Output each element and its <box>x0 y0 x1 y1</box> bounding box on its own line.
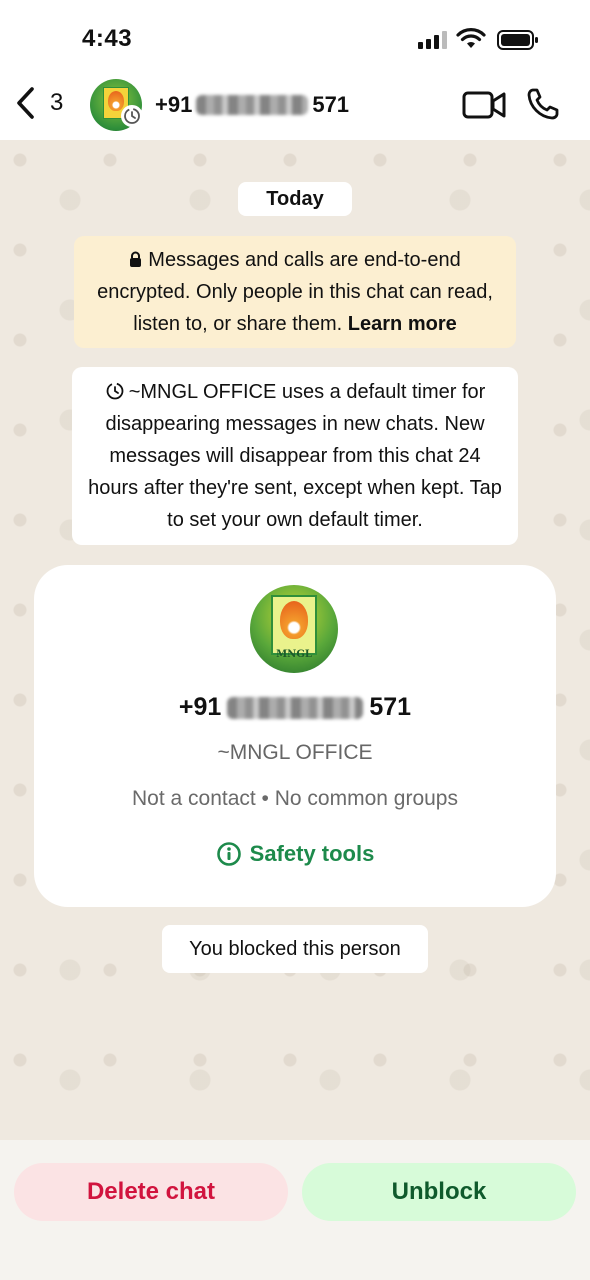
profile-number: +91 571 <box>34 693 556 722</box>
status-bar: 4:43 <box>0 0 590 78</box>
blocked-notice: You blocked this person <box>162 925 428 973</box>
unblock-button[interactable]: Unblock <box>302 1163 576 1221</box>
safety-tools-button[interactable]: Safety tools <box>34 841 556 867</box>
video-call-icon[interactable] <box>462 90 506 120</box>
chevron-left-icon <box>17 87 34 119</box>
contact-info-card: MNGL +91 571 ~MNGL OFFICE Not a contact … <box>34 565 556 907</box>
learn-more-link[interactable]: Learn more <box>348 313 457 335</box>
chat-header: 3 +91 571 <box>0 78 590 140</box>
flame-logo-icon <box>280 601 308 639</box>
contact-number-suffix: 571 <box>312 92 350 117</box>
timer-icon <box>124 108 140 124</box>
timer-icon <box>106 382 124 400</box>
disappearing-messages-notice[interactable]: ~MNGL OFFICE uses a default timer for di… <box>72 367 518 545</box>
back-button[interactable]: 3 <box>14 86 63 120</box>
redacted-number <box>196 95 309 115</box>
wifi-icon <box>456 28 486 48</box>
battery-icon <box>497 30 538 50</box>
redacted-number <box>227 696 364 719</box>
date-separator: Today <box>238 182 352 216</box>
profile-avatar[interactable]: MNGL <box>250 585 338 673</box>
cellular-signal-icon <box>418 31 447 49</box>
delete-chat-button[interactable]: Delete chat <box>14 1163 288 1221</box>
info-icon <box>216 842 241 866</box>
contact-number-prefix: +91 <box>155 92 193 117</box>
contact-title[interactable]: +91 571 <box>155 92 349 118</box>
encryption-notice[interactable]: Messages and calls are end-to-end encryp… <box>74 236 516 348</box>
safety-tools-label: Safety tools <box>249 841 375 866</box>
unread-count: 3 <box>50 89 64 116</box>
profile-number-prefix: +91 <box>178 693 222 721</box>
lock-icon <box>130 251 142 267</box>
profile-display-name: ~MNGL OFFICE <box>217 741 373 764</box>
status-time: 4:43 <box>82 25 133 52</box>
flame-logo-icon <box>108 91 124 111</box>
avatar-brand-text: MNGL <box>276 649 312 660</box>
timer-text: ~MNGL OFFICE uses a default timer for di… <box>88 381 502 531</box>
profile-number-suffix: 571 <box>369 693 412 721</box>
disappearing-timer-badge <box>121 105 143 127</box>
profile-meta: Not a contact • No common groups <box>131 787 458 810</box>
phone-call-icon[interactable] <box>526 87 560 121</box>
